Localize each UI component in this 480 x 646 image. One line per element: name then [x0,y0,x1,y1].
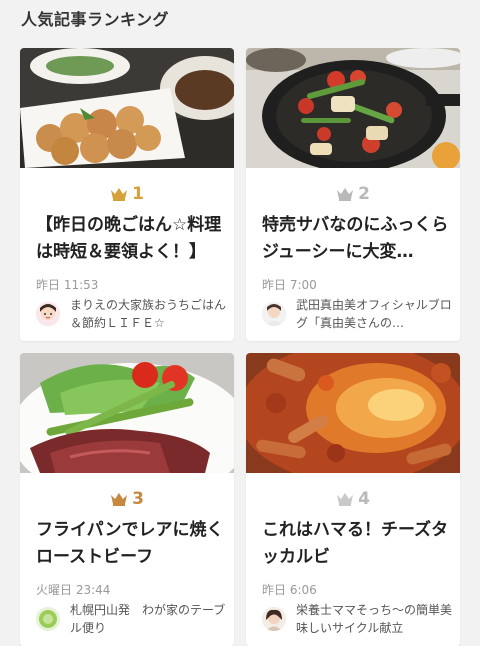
author-name: 武田真由美オフィシャルブログ「真由美さんの… [296,298,452,330]
article-timestamp: 昨日 6:06 [262,583,317,597]
author-avatar [262,302,286,326]
rank-number: 2 [358,184,370,204]
article-thumbnail[interactable] [246,353,460,473]
author-avatar [36,607,60,631]
author-avatar [262,607,286,631]
ranking-card-3[interactable]: 3 フライパンでレアに焼くローストビーフ 火曜日 23:44 札幌円山発 わが家… [20,353,234,646]
rank-number: 4 [358,489,370,509]
article-timestamp: 火曜日 23:44 [36,583,111,597]
article-timestamp: 昨日 7:00 [262,278,317,292]
article-thumbnail[interactable] [246,48,460,168]
author-avatar [36,302,60,326]
author-row[interactable]: 栄養士ママそっち～の簡単美味しいサイクル献立 [262,601,452,641]
crown-icon [337,188,354,201]
ranking-card-2[interactable]: 2 特売サバなのにふっくらジューシーに大変… 昨日 7:00 武田真由美オフィシ… [246,48,460,341]
author-row[interactable]: まりえの大家族おうちごはん＆節約ＬＩＦＥ☆ [36,296,226,336]
author-row[interactable]: 札幌円山発 わが家のテーブル便り [36,601,226,641]
article-title[interactable]: 【昨日の晩ごはん☆料理は時短＆要領よく！】 [36,212,224,266]
article-title[interactable]: フライパンでレアに焼くローストビーフ [36,517,224,571]
section-title: 人気記事ランキング [21,10,170,29]
author-name: 札幌円山発 わが家のテーブル便り [70,603,226,635]
rank-label: 2 [246,184,460,204]
rank-label: 4 [246,489,460,509]
crown-icon [111,188,128,201]
author-row[interactable]: 武田真由美オフィシャルブログ「真由美さんの… [262,296,452,336]
crown-icon [111,493,128,506]
ranking-card-4[interactable]: 4 これはハマる！チーズタッカルビ 昨日 6:06 栄養士ママそっち～の簡単美味… [246,353,460,646]
article-timestamp: 昨日 11:53 [36,278,99,292]
article-title[interactable]: これはハマる！チーズタッカルビ [262,517,450,571]
rank-label: 3 [20,489,234,509]
rank-label: 1 [20,184,234,204]
author-name: 栄養士ママそっち～の簡単美味しいサイクル献立 [296,603,453,635]
article-thumbnail[interactable] [20,48,234,168]
rank-number: 3 [132,489,144,509]
rank-number: 1 [132,184,144,204]
article-title[interactable]: 特売サバなのにふっくらジューシーに大変… [262,212,450,266]
article-thumbnail[interactable] [20,353,234,473]
crown-icon [337,493,354,506]
author-name: まりえの大家族おうちごはん＆節約ＬＩＦＥ☆ [70,298,227,330]
ranking-card-1[interactable]: 1 【昨日の晩ごはん☆料理は時短＆要領よく！】 昨日 11:53 まりえの大家族… [20,48,234,341]
